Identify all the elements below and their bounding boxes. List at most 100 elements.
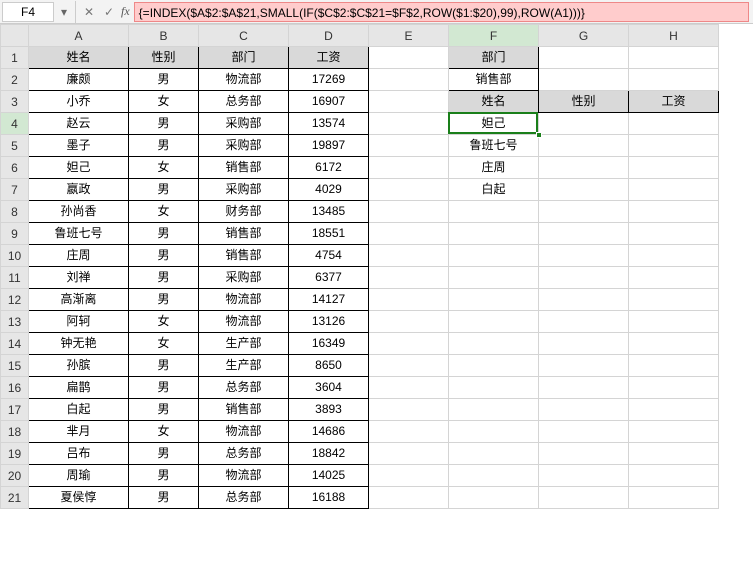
cell-C5[interactable]: 采购部: [199, 135, 289, 157]
cell-E5[interactable]: [369, 135, 449, 157]
cell-A10[interactable]: 庄周: [29, 245, 129, 267]
cell-C3[interactable]: 总务部: [199, 91, 289, 113]
cell-G15[interactable]: [539, 355, 629, 377]
cell-C12[interactable]: 物流部: [199, 289, 289, 311]
cell-G6[interactable]: [539, 157, 629, 179]
cell-G17[interactable]: [539, 399, 629, 421]
cell-A14[interactable]: 钟无艳: [29, 333, 129, 355]
cell-C14[interactable]: 生产部: [199, 333, 289, 355]
worksheet-grid[interactable]: ABCDEFGH1姓名性别部门工资部门2廉颇男物流部17269销售部3小乔女总务…: [0, 24, 753, 509]
cell-A3[interactable]: 小乔: [29, 91, 129, 113]
cell-D5[interactable]: 19897: [289, 135, 369, 157]
cell-B1[interactable]: 性别: [129, 47, 199, 69]
cell-E18[interactable]: [369, 421, 449, 443]
cell-F11[interactable]: [449, 267, 539, 289]
cell-B2[interactable]: 男: [129, 69, 199, 91]
cell-A2[interactable]: 廉颇: [29, 69, 129, 91]
cell-G13[interactable]: [539, 311, 629, 333]
cancel-formula-icon[interactable]: ✕: [79, 5, 99, 19]
col-header-B[interactable]: B: [129, 25, 199, 47]
cell-G8[interactable]: [539, 201, 629, 223]
cell-D9[interactable]: 18551: [289, 223, 369, 245]
cell-D13[interactable]: 13126: [289, 311, 369, 333]
cell-H10[interactable]: [629, 245, 719, 267]
cell-G19[interactable]: [539, 443, 629, 465]
cell-H4[interactable]: [629, 113, 719, 135]
cell-F13[interactable]: [449, 311, 539, 333]
cell-D11[interactable]: 6377: [289, 267, 369, 289]
cell-D7[interactable]: 4029: [289, 179, 369, 201]
cell-D8[interactable]: 13485: [289, 201, 369, 223]
cell-F9[interactable]: [449, 223, 539, 245]
cell-H14[interactable]: [629, 333, 719, 355]
cell-B11[interactable]: 男: [129, 267, 199, 289]
cell-B8[interactable]: 女: [129, 201, 199, 223]
formula-input[interactable]: {=INDEX($A$2:$A$21,SMALL(IF($C$2:$C$21=$…: [134, 2, 749, 22]
cell-A20[interactable]: 周瑜: [29, 465, 129, 487]
cell-E20[interactable]: [369, 465, 449, 487]
cell-A1[interactable]: 姓名: [29, 47, 129, 69]
cell-F14[interactable]: [449, 333, 539, 355]
col-header-F[interactable]: F: [449, 25, 539, 47]
row-header-21[interactable]: 21: [1, 487, 29, 509]
cell-E1[interactable]: [369, 47, 449, 69]
cell-E6[interactable]: [369, 157, 449, 179]
cell-C1[interactable]: 部门: [199, 47, 289, 69]
row-header-15[interactable]: 15: [1, 355, 29, 377]
cell-A16[interactable]: 扁鹊: [29, 377, 129, 399]
cell-D10[interactable]: 4754: [289, 245, 369, 267]
cell-G7[interactable]: [539, 179, 629, 201]
cell-G20[interactable]: [539, 465, 629, 487]
cell-D12[interactable]: 14127: [289, 289, 369, 311]
cell-E11[interactable]: [369, 267, 449, 289]
cell-A9[interactable]: 鲁班七号: [29, 223, 129, 245]
name-box[interactable]: F4: [2, 2, 54, 22]
cell-G9[interactable]: [539, 223, 629, 245]
cell-D2[interactable]: 17269: [289, 69, 369, 91]
cell-B9[interactable]: 男: [129, 223, 199, 245]
row-header-1[interactable]: 1: [1, 47, 29, 69]
cell-A21[interactable]: 夏侯惇: [29, 487, 129, 509]
cell-H3[interactable]: 工资: [629, 91, 719, 113]
cell-H19[interactable]: [629, 443, 719, 465]
cell-E13[interactable]: [369, 311, 449, 333]
row-header-8[interactable]: 8: [1, 201, 29, 223]
cell-E21[interactable]: [369, 487, 449, 509]
cell-B17[interactable]: 男: [129, 399, 199, 421]
col-header-H[interactable]: H: [629, 25, 719, 47]
cell-H8[interactable]: [629, 201, 719, 223]
cell-F15[interactable]: [449, 355, 539, 377]
cell-C4[interactable]: 采购部: [199, 113, 289, 135]
cell-H18[interactable]: [629, 421, 719, 443]
cell-B13[interactable]: 女: [129, 311, 199, 333]
cell-D14[interactable]: 16349: [289, 333, 369, 355]
cell-G5[interactable]: [539, 135, 629, 157]
cell-H21[interactable]: [629, 487, 719, 509]
cell-F16[interactable]: [449, 377, 539, 399]
row-header-9[interactable]: 9: [1, 223, 29, 245]
cell-G21[interactable]: [539, 487, 629, 509]
row-header-2[interactable]: 2: [1, 69, 29, 91]
cell-H12[interactable]: [629, 289, 719, 311]
cell-F6[interactable]: 庄周: [449, 157, 539, 179]
cell-E10[interactable]: [369, 245, 449, 267]
cell-B7[interactable]: 男: [129, 179, 199, 201]
cell-B6[interactable]: 女: [129, 157, 199, 179]
cell-F17[interactable]: [449, 399, 539, 421]
cell-D21[interactable]: 16188: [289, 487, 369, 509]
cell-E14[interactable]: [369, 333, 449, 355]
col-header-E[interactable]: E: [369, 25, 449, 47]
cell-B4[interactable]: 男: [129, 113, 199, 135]
cell-H11[interactable]: [629, 267, 719, 289]
cell-A18[interactable]: 芈月: [29, 421, 129, 443]
row-header-14[interactable]: 14: [1, 333, 29, 355]
cell-F1[interactable]: 部门: [449, 47, 539, 69]
row-header-6[interactable]: 6: [1, 157, 29, 179]
cell-F20[interactable]: [449, 465, 539, 487]
cell-G10[interactable]: [539, 245, 629, 267]
cell-G18[interactable]: [539, 421, 629, 443]
cell-E3[interactable]: [369, 91, 449, 113]
col-header-C[interactable]: C: [199, 25, 289, 47]
cell-H5[interactable]: [629, 135, 719, 157]
cell-H16[interactable]: [629, 377, 719, 399]
